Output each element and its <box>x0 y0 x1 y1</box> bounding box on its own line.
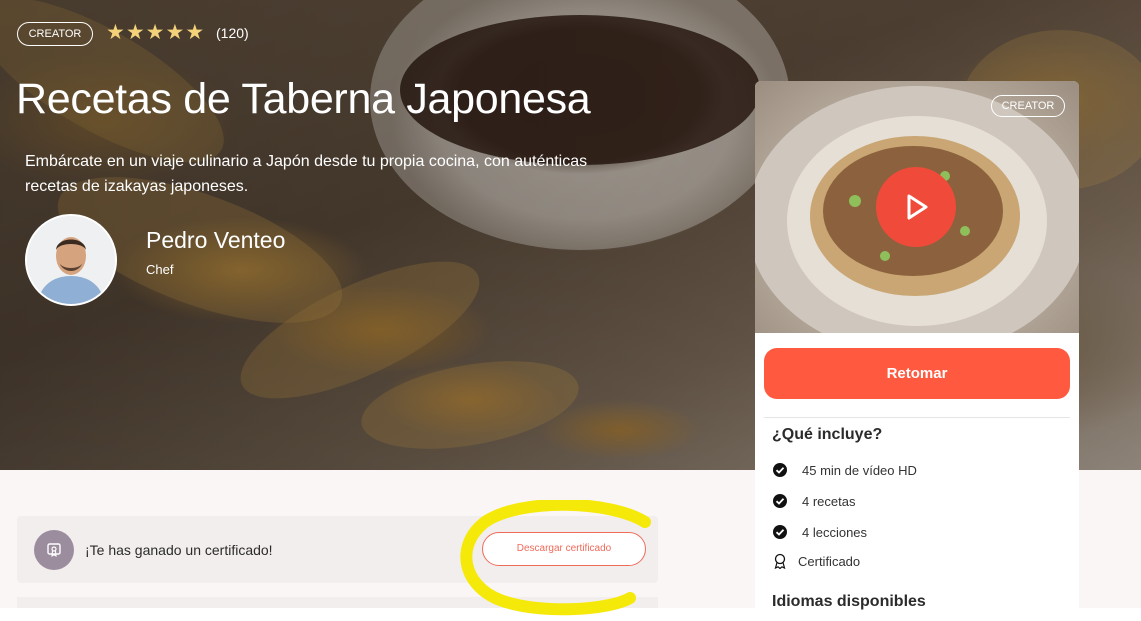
chef-avatar[interactable] <box>25 214 117 306</box>
check-circle-icon <box>772 493 788 509</box>
resume-button[interactable]: Retomar <box>764 348 1070 399</box>
certificate-badge-icon <box>34 530 74 570</box>
play-icon <box>907 194 928 220</box>
check-circle-icon <box>772 462 788 478</box>
chef-role: Chef <box>146 262 174 277</box>
star-icon: ★ <box>145 21 165 44</box>
rating-stars: ★ ★ ★ ★ ★ <box>106 21 204 45</box>
include-item-label: Certificado <box>798 553 861 569</box>
star-icon: ★ <box>185 21 205 44</box>
course-description: Embárcate en un viaje culinario a Japón … <box>25 153 588 195</box>
rating-count: (120) <box>216 25 249 41</box>
star-icon: ★ <box>165 21 185 44</box>
include-item-certificate: Certificado <box>772 551 860 571</box>
include-item-recipes: 4 recetas <box>772 491 855 511</box>
include-item-video: 45 min de vídeo HD <box>772 460 917 480</box>
include-item-lessons: 4 lecciones <box>772 522 867 542</box>
include-item-label: 45 min de vídeo HD <box>802 462 917 478</box>
include-item-label: 4 recetas <box>802 493 856 509</box>
course-title: Recetas de Taberna Japonesa <box>16 75 591 123</box>
certificate-message: ¡Te has ganado un certificado! <box>85 542 273 558</box>
star-icon: ★ <box>125 21 145 44</box>
include-item-label: 4 lecciones <box>802 524 868 540</box>
course-video-thumbnail[interactable]: CREATOR <box>755 81 1079 333</box>
includes-title: ¿Qué incluye? <box>772 426 883 443</box>
download-certificate-button[interactable]: Descargar certificado <box>482 532 646 566</box>
chef-name[interactable]: Pedro Venteo <box>146 227 285 254</box>
languages-title: Idiomas disponibles <box>772 593 926 610</box>
check-circle-icon <box>772 524 788 540</box>
certificate-banner: ¡Te has ganado un certificado! Descargar… <box>17 516 658 583</box>
divider <box>764 417 1070 418</box>
play-button[interactable] <box>876 167 956 247</box>
video-creator-badge: CREATOR <box>991 95 1065 117</box>
star-icon: ★ <box>106 21 125 44</box>
course-card: CREATOR Retomar ¿Qué incluye? 45 min de … <box>755 81 1079 621</box>
certificate-icon <box>772 553 788 570</box>
creator-badge: CREATOR <box>17 22 93 46</box>
